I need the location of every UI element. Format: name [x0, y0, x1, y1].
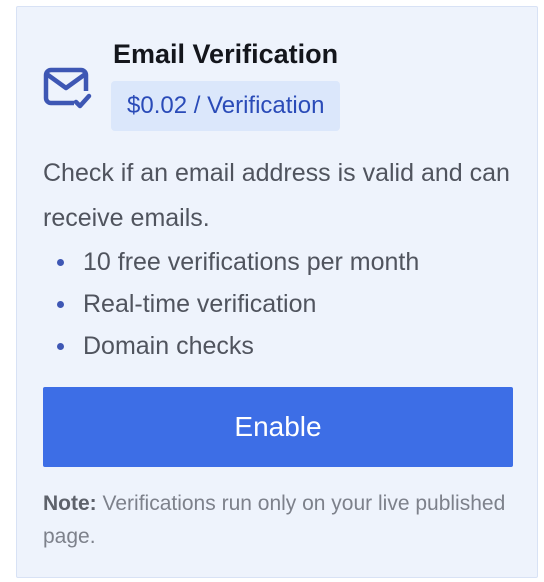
bullet-icon [57, 301, 64, 308]
note-text: Verifications run only on your live publ… [43, 492, 506, 548]
price-badge: $0.02 / Verification [111, 81, 341, 131]
feature-item: 10 free verifications per month [43, 241, 419, 283]
note-label: Note: [43, 492, 97, 515]
note: Note: Verifications run only on your liv… [43, 487, 513, 553]
feature-list: 10 free verifications per month Real-tim… [43, 241, 419, 367]
card-description: Check if an email address is valid and c… [43, 159, 510, 232]
title-block: Email Verification $0.02 / Verification [111, 37, 341, 131]
enable-button[interactable]: Enable [43, 387, 513, 467]
card-title: Email Verification [113, 39, 339, 69]
feature-label: Domain checks [83, 332, 254, 360]
feature-label: Real-time verification [83, 290, 317, 318]
mail-check-icon [43, 67, 93, 111]
card-header: Email Verification $0.02 / Verification [43, 37, 341, 131]
feature-item: Real-time verification [43, 283, 419, 325]
feature-item: Domain checks [43, 325, 419, 367]
feature-label: 10 free verifications per month [83, 248, 420, 276]
bullet-icon [57, 343, 64, 350]
email-verification-card: Email Verification $0.02 / Verification … [16, 6, 538, 578]
bullet-icon [57, 259, 64, 266]
